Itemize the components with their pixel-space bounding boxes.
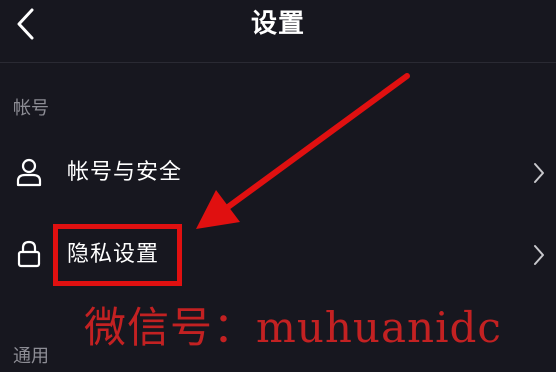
- watermark: 微信号：muhuanidc: [84, 303, 502, 352]
